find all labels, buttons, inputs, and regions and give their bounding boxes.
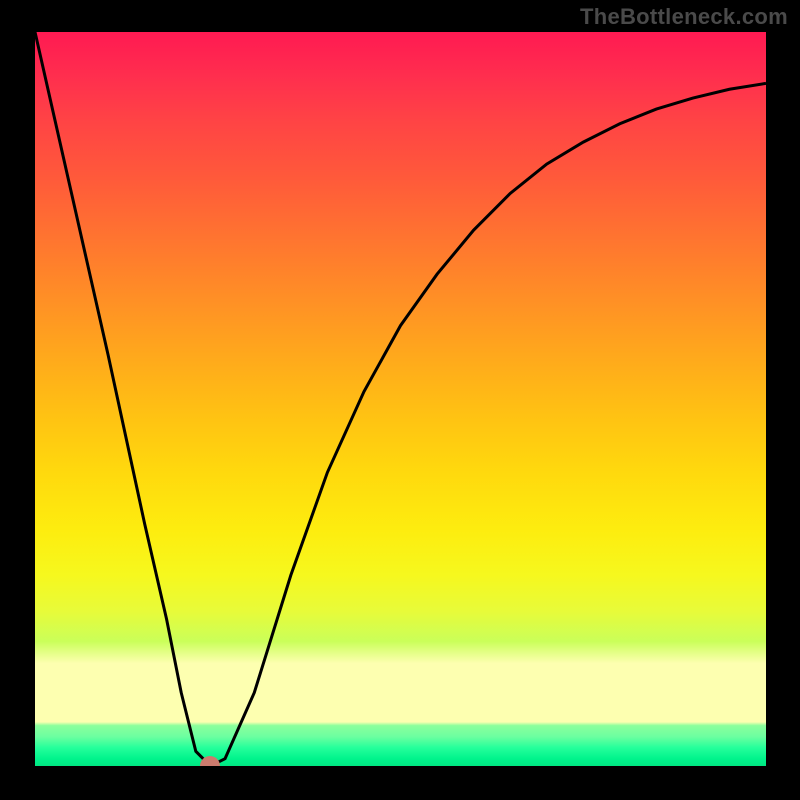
attribution-text: TheBottleneck.com [580,4,788,30]
plot-area [35,32,766,766]
bottleneck-curve [35,32,766,766]
chart-frame: TheBottleneck.com [0,0,800,800]
